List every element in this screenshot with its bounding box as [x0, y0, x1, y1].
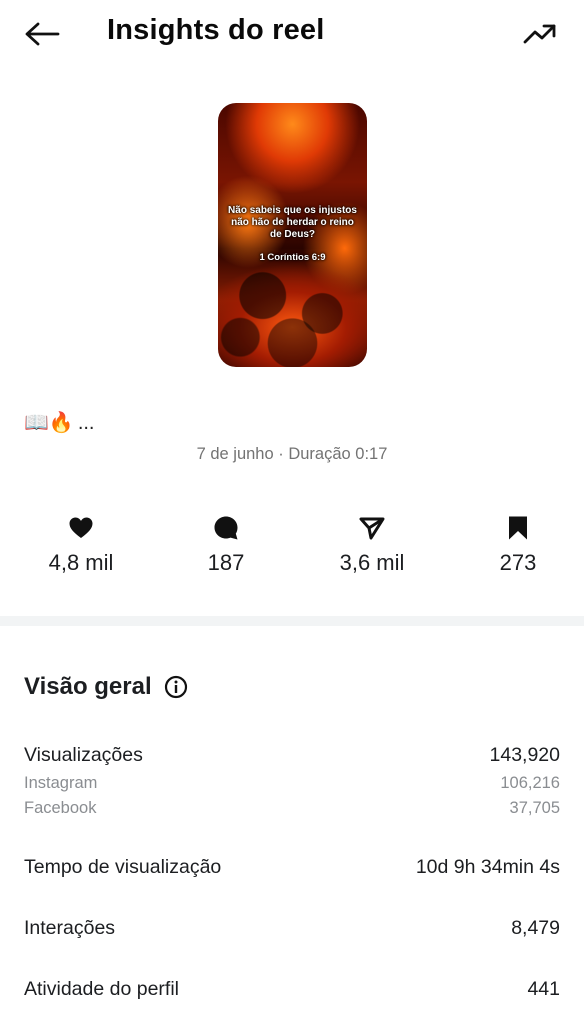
saves-stat: 273: [458, 512, 578, 576]
heart-icon: [69, 517, 93, 538]
thumbnail-lava-rocks: [218, 248, 367, 367]
watch-time-row[interactable]: Tempo de visualização 10d 9h 34min 4s: [24, 856, 560, 879]
instagram-views-row: Instagram 106,216: [24, 774, 560, 793]
watch-time-label: Tempo de visualização: [24, 856, 222, 878]
comment-bubble-icon: [214, 516, 238, 540]
thumbnail-overlay-text: Não sabeis que os injustos não hão de he…: [228, 205, 357, 240]
facebook-label: Facebook: [24, 799, 97, 817]
profile-activity-row[interactable]: Atividade do perfil 441: [24, 978, 560, 1001]
saves-count: 273: [499, 550, 537, 575]
watch-time-value: 10d 9h 34min 4s: [415, 856, 560, 878]
reel-caption: 📖🔥 ...: [24, 411, 94, 435]
page-title: Insights do reel: [107, 14, 325, 46]
interactions-value: 8,479: [511, 917, 560, 939]
send-icon: [359, 517, 385, 540]
overview-header: Visão geral: [24, 673, 188, 701]
reel-date-duration: 7 de junho · Duração 0:17: [196, 445, 388, 463]
reel-thumbnail[interactable]: Não sabeis que os injustos não hão de he…: [218, 103, 367, 367]
trending-up-icon: [523, 24, 556, 44]
likes-stat: 4,8 mil: [21, 512, 141, 576]
shares-stat: 3,6 mil: [312, 512, 432, 576]
profile-activity-label: Atividade do perfil: [24, 978, 180, 1000]
top-bar: Insights do reel: [0, 0, 584, 70]
arrow-left-icon: [25, 22, 60, 46]
overview-title: Visão geral: [24, 673, 152, 700]
facebook-value: 37,705: [509, 799, 560, 817]
bookmark-icon: [509, 516, 527, 540]
caption-ellipsis: ...: [77, 411, 95, 434]
interactions-row[interactable]: Interações 8,479: [24, 917, 560, 940]
comments-stat: 187: [166, 512, 286, 576]
trending-button[interactable]: [520, 18, 560, 50]
comments-count: 187: [207, 550, 245, 575]
likes-count: 4,8 mil: [48, 550, 114, 575]
section-divider: [0, 616, 584, 626]
engagement-stats: 4,8 mil 187 3,6 mil 273: [0, 512, 584, 582]
thumbnail-reference: 1 Coríntios 6:9: [259, 252, 326, 263]
views-row[interactable]: Visualizações 143,920: [24, 744, 560, 767]
instagram-value: 106,216: [500, 774, 560, 792]
back-button[interactable]: [20, 16, 64, 52]
profile-activity-value: 441: [527, 978, 560, 1000]
info-icon[interactable]: [164, 675, 188, 699]
shares-count: 3,6 mil: [339, 550, 405, 575]
instagram-label: Instagram: [24, 774, 98, 792]
views-label: Visualizações: [24, 744, 143, 766]
interactions-label: Interações: [24, 917, 116, 939]
caption-emojis: 📖🔥: [24, 412, 74, 434]
views-value: 143,920: [489, 744, 561, 766]
facebook-views-row: Facebook 37,705: [24, 799, 560, 818]
